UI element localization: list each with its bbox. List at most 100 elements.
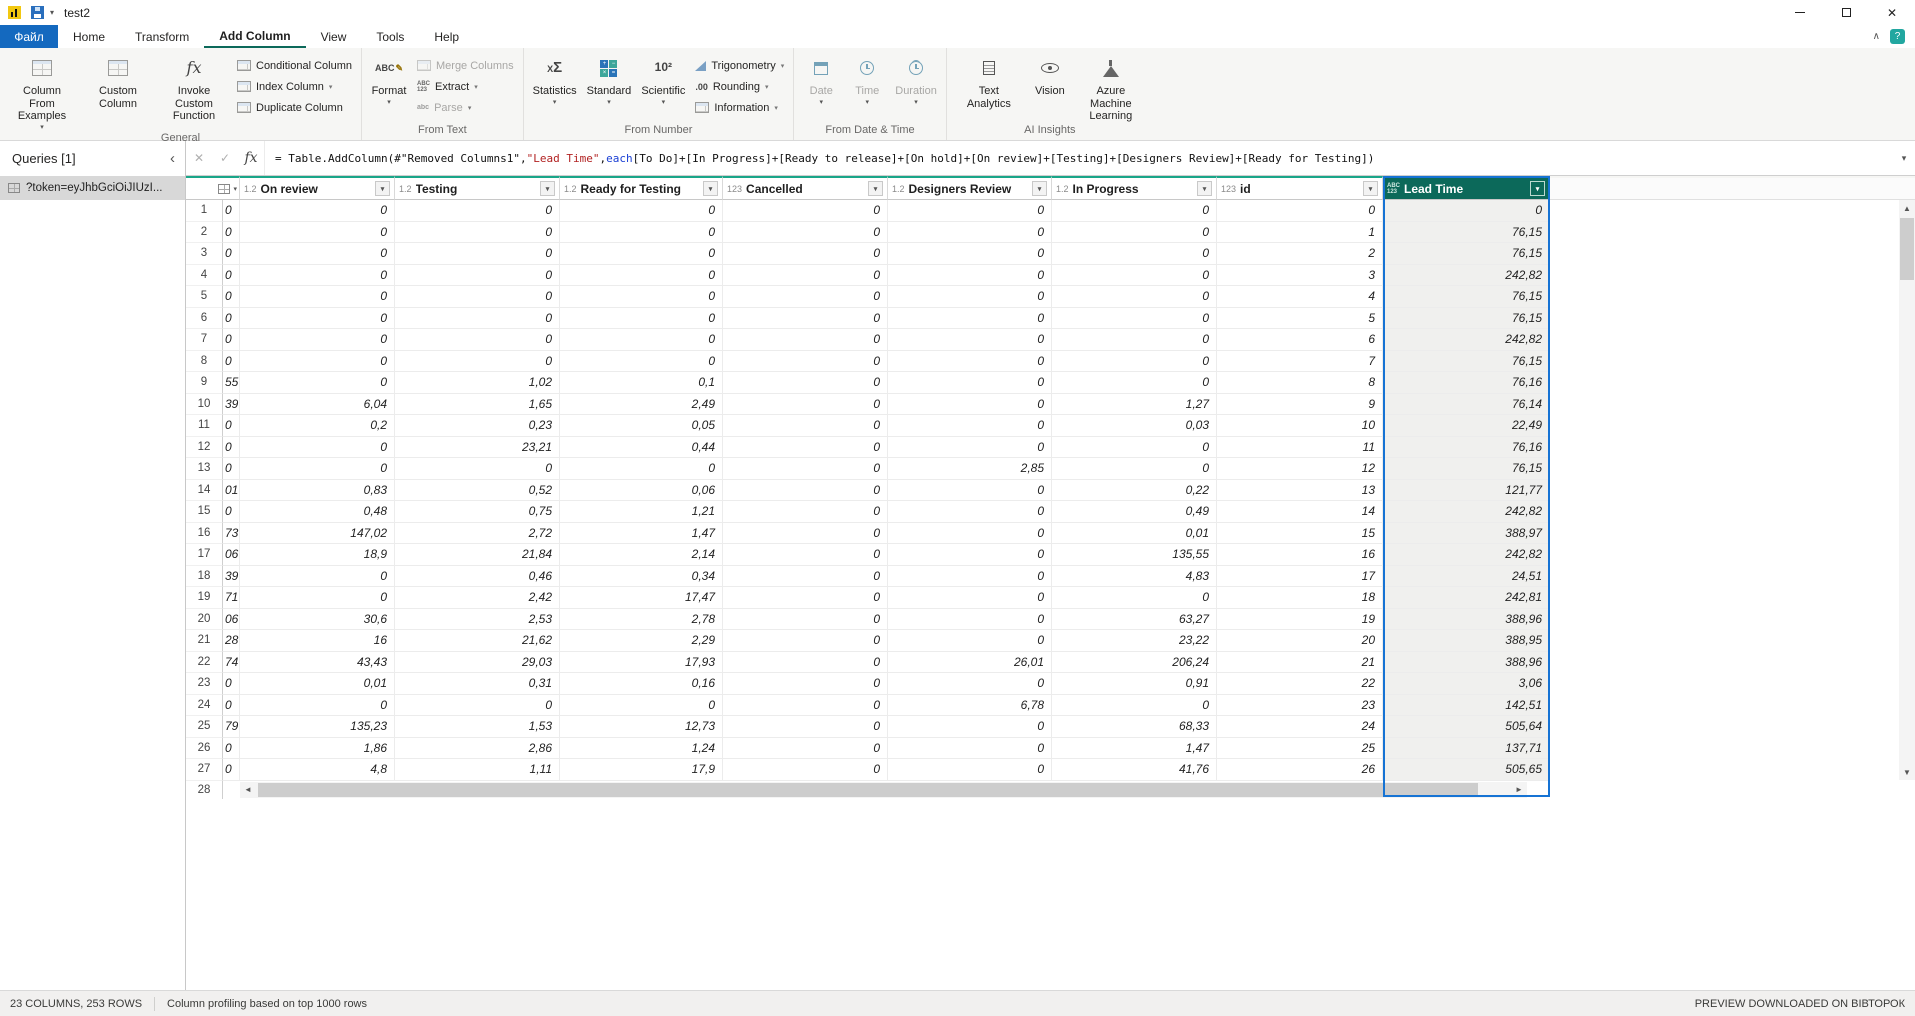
clipped-cell[interactable]: 71	[223, 587, 240, 609]
cell[interactable]: 1,27	[1052, 394, 1217, 416]
cell[interactable]: 0,46	[395, 566, 560, 588]
tab-file[interactable]: Файл	[0, 25, 58, 48]
invoke-custom-function-button[interactable]: fx Invoke Custom Function	[156, 50, 232, 123]
expand-formula-icon[interactable]: ▾	[1893, 153, 1915, 164]
cell[interactable]: 0	[1217, 200, 1383, 222]
cell[interactable]: 0	[1052, 200, 1217, 222]
cell[interactable]: 0	[888, 566, 1052, 588]
row-number[interactable]: 6	[186, 308, 223, 330]
cell[interactable]: 135,23	[240, 716, 395, 738]
row-number[interactable]: 15	[186, 501, 223, 523]
cell[interactable]: 1	[1217, 222, 1383, 244]
filter-button[interactable]: ▾	[1530, 181, 1545, 196]
cell[interactable]: 0,75	[395, 501, 560, 523]
cell[interactable]: 17,9	[560, 759, 723, 781]
query-list-item[interactable]: ?token=eyJhbGciOiJIUzI...	[0, 176, 185, 200]
cell[interactable]: 24	[1217, 716, 1383, 738]
clipped-cell[interactable]: 55	[223, 372, 240, 394]
cell[interactable]: 18	[1217, 587, 1383, 609]
row-number[interactable]: 25	[186, 716, 223, 738]
cell[interactable]: 1,65	[395, 394, 560, 416]
cell[interactable]: 0	[723, 501, 888, 523]
cell[interactable]: 4,83	[1052, 566, 1217, 588]
cell[interactable]: 0	[723, 222, 888, 244]
chevron-down-icon[interactable]: ▾	[50, 8, 54, 17]
table-menu-button[interactable]: ▾	[186, 176, 240, 200]
cell[interactable]: 29,03	[395, 652, 560, 674]
column-header-testing[interactable]: 1.2Testing▾	[395, 176, 560, 200]
row-number[interactable]: 20	[186, 609, 223, 631]
cell[interactable]: 0,34	[560, 566, 723, 588]
row-number[interactable]: 27	[186, 759, 223, 781]
horizontal-scroll-thumb[interactable]	[258, 783, 1478, 797]
cell[interactable]: 0	[723, 286, 888, 308]
row-number[interactable]: 9	[186, 372, 223, 394]
filter-button[interactable]: ▾	[868, 181, 883, 196]
cell[interactable]: 2,42	[395, 587, 560, 609]
cell[interactable]: 0	[560, 351, 723, 373]
collapse-ribbon-icon[interactable]: ∧	[1873, 31, 1880, 42]
cell[interactable]: 15	[1217, 523, 1383, 545]
cell[interactable]: 76,15	[1383, 308, 1550, 330]
clipped-cell[interactable]: 73	[223, 523, 240, 545]
cell[interactable]: 0,01	[1052, 523, 1217, 545]
cell[interactable]: 0,22	[1052, 480, 1217, 502]
cell[interactable]: 76,15	[1383, 458, 1550, 480]
cell[interactable]: 0,05	[560, 415, 723, 437]
cell[interactable]: 6,78	[888, 695, 1052, 717]
tab-transform[interactable]: Transform	[120, 25, 204, 48]
filter-button[interactable]: ▾	[375, 181, 390, 196]
cell[interactable]: 0	[723, 329, 888, 351]
clipped-cell[interactable]: 06	[223, 544, 240, 566]
cell[interactable]: 0,03	[1052, 415, 1217, 437]
cell[interactable]: 22	[1217, 673, 1383, 695]
clipped-cell[interactable]: 0	[223, 265, 240, 287]
cell[interactable]: 0	[240, 329, 395, 351]
cell[interactable]: 1,24	[560, 738, 723, 760]
cell[interactable]: 23	[1217, 695, 1383, 717]
cell[interactable]: 0	[723, 415, 888, 437]
column-type-icon[interactable]: 123	[727, 184, 742, 194]
cell[interactable]: 0	[723, 437, 888, 459]
cell[interactable]: 14	[1217, 501, 1383, 523]
column-type-icon[interactable]: 1.2	[892, 184, 905, 194]
cell[interactable]: 0,31	[395, 673, 560, 695]
cell[interactable]: 0	[888, 609, 1052, 631]
cell[interactable]: 0	[1052, 243, 1217, 265]
cell[interactable]: 2,86	[395, 738, 560, 760]
clipped-cell[interactable]: 0	[223, 759, 240, 781]
cell[interactable]: 0	[723, 738, 888, 760]
cell[interactable]: 76,15	[1383, 243, 1550, 265]
cell[interactable]: 0	[1052, 351, 1217, 373]
cell[interactable]: 17,47	[560, 587, 723, 609]
cell[interactable]: 0	[1052, 695, 1217, 717]
duplicate-column-button[interactable]: Duplicate Column	[232, 97, 357, 118]
conditional-column-button[interactable]: Conditional Column	[232, 55, 357, 76]
cell[interactable]: 0	[888, 738, 1052, 760]
cell[interactable]: 0	[888, 523, 1052, 545]
scroll-up-icon[interactable]: ▲	[1903, 200, 1911, 216]
cell[interactable]: 0,06	[560, 480, 723, 502]
cell[interactable]: 0	[560, 695, 723, 717]
cell[interactable]: 0	[888, 587, 1052, 609]
clipped-cell[interactable]: 0	[223, 458, 240, 480]
tab-add-column[interactable]: Add Column	[204, 25, 305, 48]
tab-help[interactable]: Help	[419, 25, 474, 48]
cell[interactable]: 0	[1052, 437, 1217, 459]
cell[interactable]: 0	[888, 243, 1052, 265]
cell[interactable]: 0	[723, 243, 888, 265]
row-number[interactable]: 3	[186, 243, 223, 265]
cell[interactable]: 242,82	[1383, 329, 1550, 351]
cell[interactable]: 142,51	[1383, 695, 1550, 717]
cell[interactable]: 0	[723, 716, 888, 738]
column-header-on-review[interactable]: 1.2On review▾	[240, 176, 395, 200]
cell[interactable]: 388,97	[1383, 523, 1550, 545]
cell[interactable]: 0	[888, 415, 1052, 437]
scroll-down-icon[interactable]: ▼	[1903, 764, 1911, 780]
cell[interactable]: 242,82	[1383, 501, 1550, 523]
cell[interactable]: 41,76	[1052, 759, 1217, 781]
cell[interactable]: 0	[723, 351, 888, 373]
cell[interactable]: 0	[240, 265, 395, 287]
format-button[interactable]: ABC✎ Format ▾	[366, 50, 412, 107]
cell[interactable]: 0	[1052, 587, 1217, 609]
